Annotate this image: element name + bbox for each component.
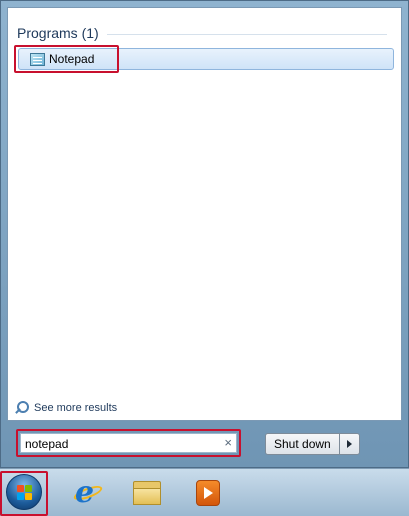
section-divider — [106, 33, 387, 35]
shutdown-options-button[interactable] — [339, 433, 360, 455]
search-results-pane: Programs (1) Notepad See more results — [7, 7, 402, 421]
programs-section-header: Programs (1) — [17, 25, 387, 41]
shutdown-split-button: Shut down — [265, 433, 360, 455]
search-highlight-box — [16, 429, 241, 457]
shutdown-button[interactable]: Shut down — [265, 433, 340, 455]
internet-explorer-taskbar-button[interactable]: e — [71, 476, 105, 510]
magnifier-icon — [14, 401, 29, 415]
play-icon — [204, 487, 213, 499]
start-button-highlight-box — [0, 471, 48, 516]
windows-explorer-taskbar-button[interactable] — [130, 476, 164, 510]
see-more-results-link[interactable]: See more results — [14, 400, 117, 416]
chevron-right-icon — [346, 440, 352, 448]
media-player-taskbar-button[interactable] — [191, 476, 225, 510]
start-menu: Programs (1) Notepad See more results no… — [0, 0, 409, 468]
see-more-results-label: See more results — [34, 402, 118, 414]
notepad-highlight-box — [14, 45, 119, 73]
programs-section-title: Programs (1) — [17, 25, 99, 41]
